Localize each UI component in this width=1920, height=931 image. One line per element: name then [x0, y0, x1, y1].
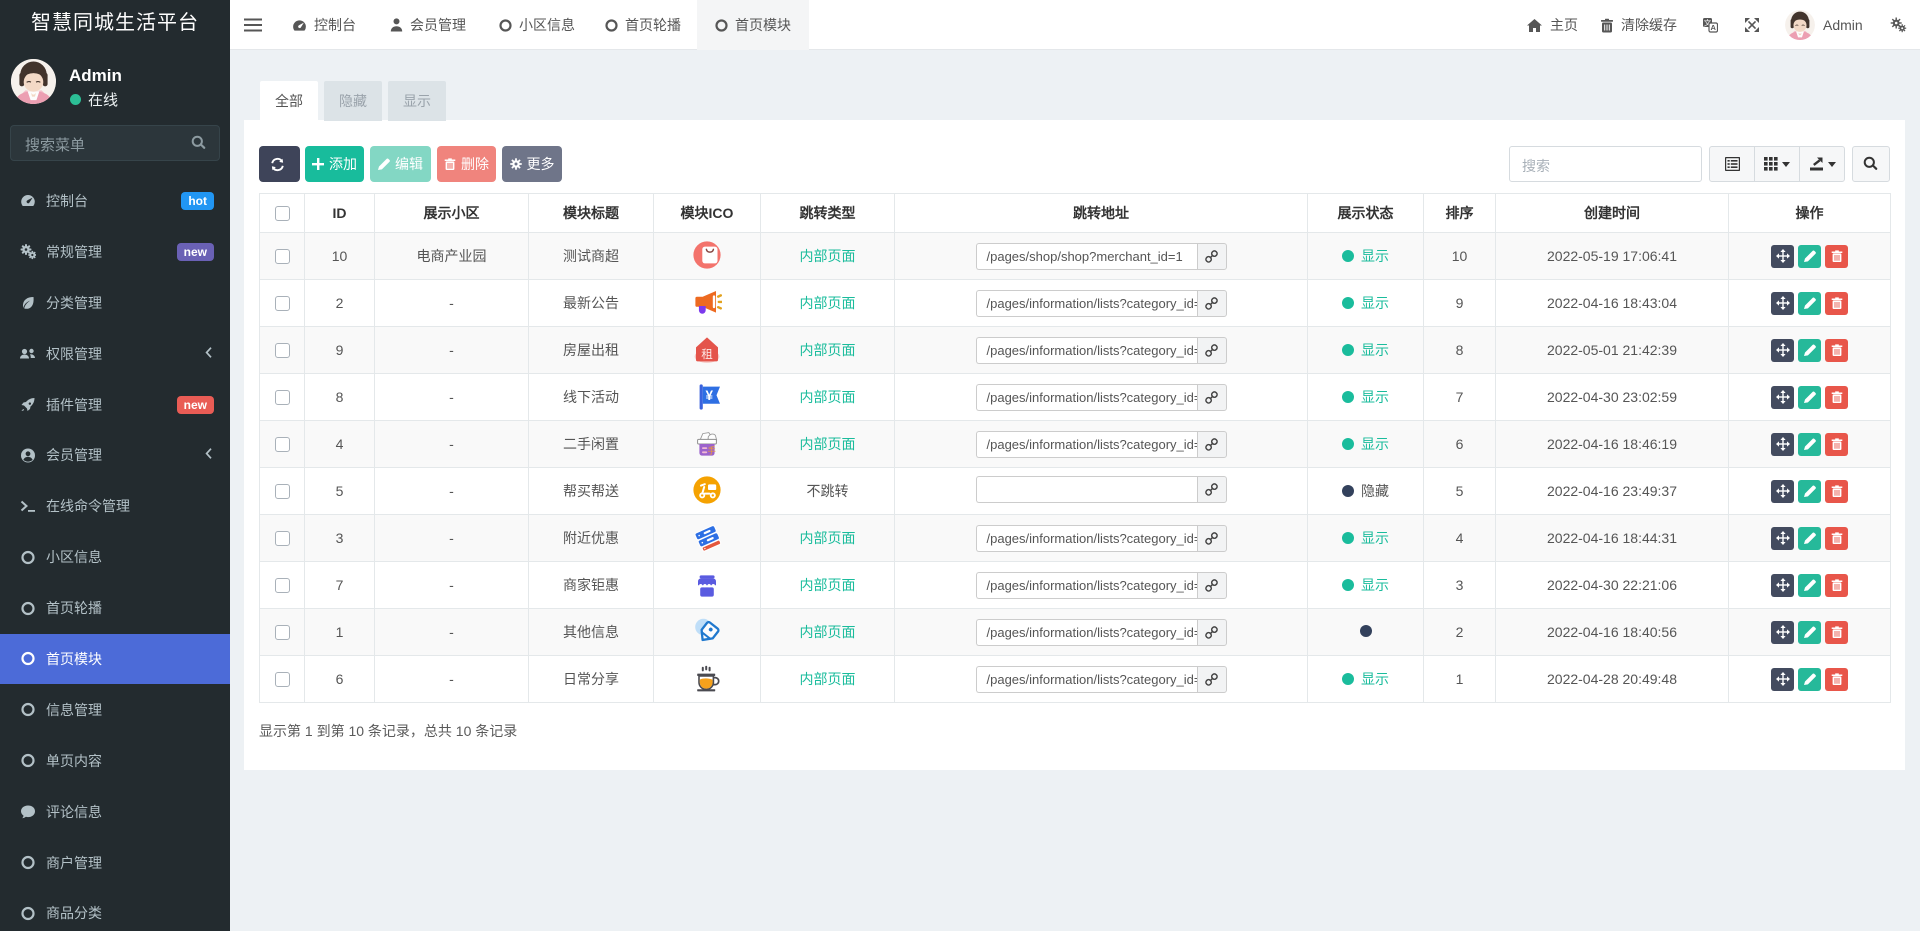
svg-text:¥: ¥: [705, 387, 713, 402]
svg-text:租: 租: [701, 347, 713, 360]
svg-text:手: 手: [708, 445, 717, 455]
svg-text:A: A: [1710, 23, 1716, 32]
